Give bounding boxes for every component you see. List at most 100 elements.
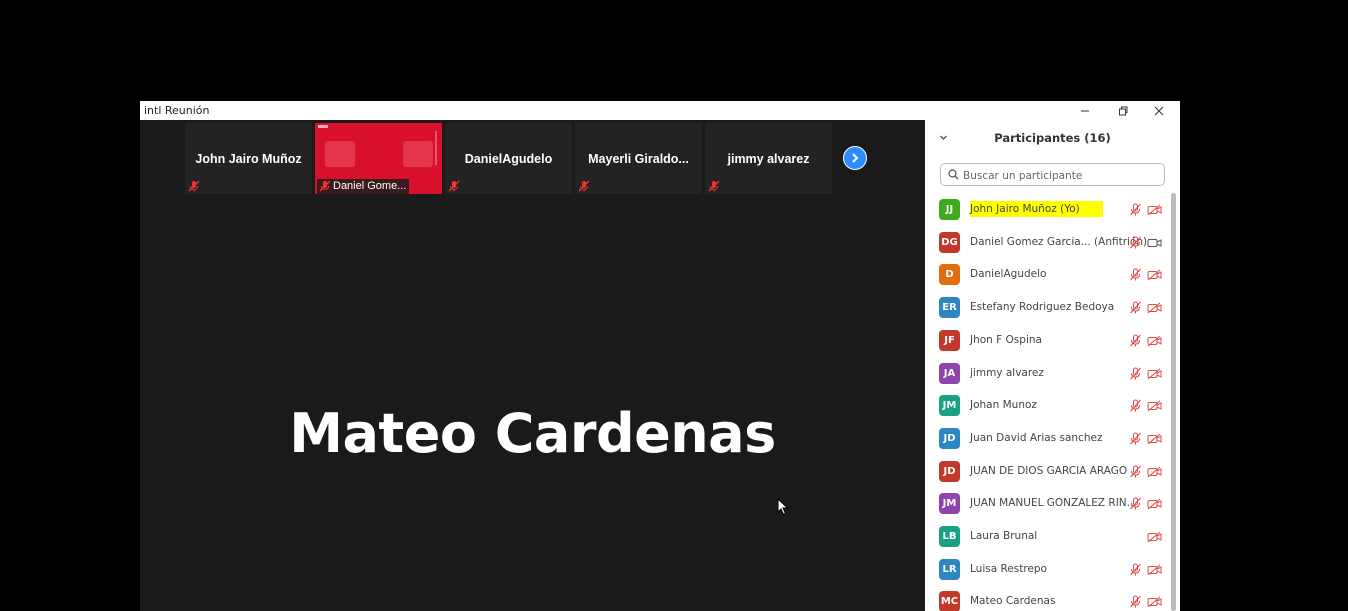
participant-row[interactable]: JJ John Jairo Muñoz (Yo) xyxy=(925,193,1170,226)
avatar: JM xyxy=(939,395,960,417)
mic-muted-icon[interactable] xyxy=(1129,236,1142,254)
mic-muted-icon[interactable] xyxy=(1129,334,1142,352)
participant-name: Luisa Restrepo xyxy=(970,562,1047,575)
mic-muted-icon[interactable] xyxy=(1129,399,1142,417)
participant-row[interactable]: JM JUAN MANUEL GONZALEZ RIN... xyxy=(925,487,1170,520)
video-off-icon[interactable] xyxy=(1147,203,1162,221)
participant-name: JUAN DE DIOS GARCIA ARAGO xyxy=(970,464,1128,477)
participant-name: Jhon F Ospina xyxy=(970,333,1042,346)
participant-name: Mateo Cardenas xyxy=(970,595,1056,608)
participant-row[interactable]: JF Jhon F Ospina xyxy=(925,324,1170,357)
close-button[interactable] xyxy=(1144,101,1174,120)
minimize-button[interactable] xyxy=(1070,101,1100,120)
window-title: intl Reunión xyxy=(144,104,210,117)
avatar: JA xyxy=(939,362,960,384)
avatar: JD xyxy=(939,460,960,482)
video-off-icon[interactable] xyxy=(1147,334,1162,352)
avatar: LR xyxy=(939,558,960,580)
shared-slide-preview xyxy=(318,125,437,167)
participant-row[interactable]: DG Daniel Gomez Garcia... (Anfitrión) xyxy=(925,226,1170,259)
close-icon xyxy=(1154,106,1164,115)
avatar: MC xyxy=(939,591,960,611)
mouse-cursor-icon xyxy=(777,498,789,516)
mic-muted-icon xyxy=(188,180,200,192)
participant-row[interactable]: JD Juan David Arias sanchez xyxy=(925,422,1170,455)
video-off-icon[interactable] xyxy=(1147,301,1162,319)
video-thumbnail[interactable]: DanielAgudelo xyxy=(445,123,572,194)
search-icon xyxy=(948,169,959,180)
screen-share-thumbnail[interactable]: Daniel Gome... xyxy=(315,123,442,194)
video-off-icon[interactable] xyxy=(1147,530,1162,548)
mic-muted-icon[interactable] xyxy=(1129,432,1142,450)
video-camera-icon[interactable] xyxy=(1147,236,1162,254)
video-off-icon[interactable] xyxy=(1147,432,1162,450)
participant-name: Juan David Arias sanchez xyxy=(970,431,1103,444)
video-off-icon[interactable] xyxy=(1147,563,1162,581)
mic-muted-icon[interactable] xyxy=(1129,301,1142,319)
participant-name: jimmy alvarez xyxy=(970,366,1044,379)
participant-row[interactable]: ER Estefany Rodriguez Bedoya xyxy=(925,291,1170,324)
active-speaker-name: Mateo Cardenas xyxy=(289,402,776,465)
mic-muted-icon[interactable] xyxy=(1129,563,1142,581)
avatar: DG xyxy=(939,231,960,253)
mic-muted-icon[interactable] xyxy=(1129,367,1142,385)
video-off-icon[interactable] xyxy=(1147,268,1162,286)
participant-row[interactable]: LR Luisa Restrepo xyxy=(925,553,1170,586)
participant-row[interactable]: LB Laura Brunal xyxy=(925,520,1170,553)
thumbnail-name: jimmy alvarez xyxy=(727,152,810,166)
participant-search[interactable] xyxy=(940,163,1165,186)
participant-row[interactable]: JA jimmy alvarez xyxy=(925,357,1170,390)
chevron-right-icon xyxy=(852,153,859,163)
participant-name: John Jairo Muñoz (Yo) xyxy=(970,201,1103,217)
participant-name: Laura Brunal xyxy=(970,530,1038,542)
restore-button[interactable] xyxy=(1108,101,1138,120)
mic-muted-icon[interactable] xyxy=(1129,465,1142,483)
video-thumbnail[interactable]: Mayerli Giraldo... xyxy=(575,123,702,194)
mic-muted-icon[interactable] xyxy=(1129,203,1142,221)
participant-row[interactable]: D DanielAgudelo xyxy=(925,258,1170,291)
participant-row[interactable]: JD JUAN DE DIOS GARCIA ARAGO xyxy=(925,455,1170,488)
mic-muted-icon[interactable] xyxy=(1129,595,1142,611)
avatar: JJ xyxy=(939,199,960,220)
participant-name: Daniel Gomez Garcia... (Anfitrión) xyxy=(970,235,1148,248)
video-thumbnail[interactable]: jimmy alvarez xyxy=(705,123,832,194)
participant-name: DanielAgudelo xyxy=(970,268,1047,281)
mic-muted-icon xyxy=(319,180,331,192)
video-off-icon[interactable] xyxy=(1147,465,1162,483)
avatar: ER xyxy=(939,297,960,319)
mic-muted-icon xyxy=(708,180,720,192)
mic-muted-icon[interactable] xyxy=(1129,497,1142,515)
mic-muted-icon[interactable] xyxy=(1129,268,1142,286)
thumbnail-name: John Jairo Muñoz xyxy=(195,152,302,166)
video-off-icon[interactable] xyxy=(1147,595,1162,611)
thumbnail-name: Daniel Gome... xyxy=(333,180,407,192)
avatar: JF xyxy=(939,329,960,351)
thumbnail-name: DanielAgudelo xyxy=(464,152,553,166)
restore-icon xyxy=(1119,106,1128,115)
next-page-button[interactable] xyxy=(843,146,867,170)
participant-row[interactable]: JM Johan Munoz xyxy=(925,389,1170,422)
mic-muted-icon xyxy=(578,180,590,192)
video-off-icon[interactable] xyxy=(1147,399,1162,417)
video-stage: John Jairo Muñoz Daniel Gome... DanielAg… xyxy=(140,120,925,611)
participant-name: Johan Munoz xyxy=(970,399,1037,412)
participant-list-scrollbar[interactable] xyxy=(1171,193,1176,611)
title-bar: intl Reunión xyxy=(140,101,1180,120)
mic-muted-icon xyxy=(448,180,460,192)
minimize-icon xyxy=(1081,110,1089,111)
participants-panel: Participantes (16) JJ John Jairo Muñoz (Y… xyxy=(925,120,1180,611)
avatar: D xyxy=(939,264,960,286)
thumbnail-label: Daniel Gome... xyxy=(317,179,410,194)
avatar: JD xyxy=(939,427,960,449)
video-off-icon[interactable] xyxy=(1147,497,1162,515)
video-off-icon[interactable] xyxy=(1147,367,1162,385)
participant-name: JUAN MANUEL GONZALEZ RIN... xyxy=(970,497,1137,510)
thumbnail-name: Mayerli Giraldo... xyxy=(588,152,689,166)
avatar: JM xyxy=(939,493,960,515)
participant-name: Estefany Rodriguez Bedoya xyxy=(970,301,1115,314)
search-input[interactable] xyxy=(961,166,1160,185)
video-thumbnail[interactable]: John Jairo Muñoz xyxy=(185,123,312,194)
meeting-window: intl Reunión John Jairo Muñoz Daniel Gom… xyxy=(140,101,1180,611)
participant-row[interactable]: MC Mateo Cardenas xyxy=(925,585,1170,611)
avatar: LB xyxy=(939,526,960,547)
